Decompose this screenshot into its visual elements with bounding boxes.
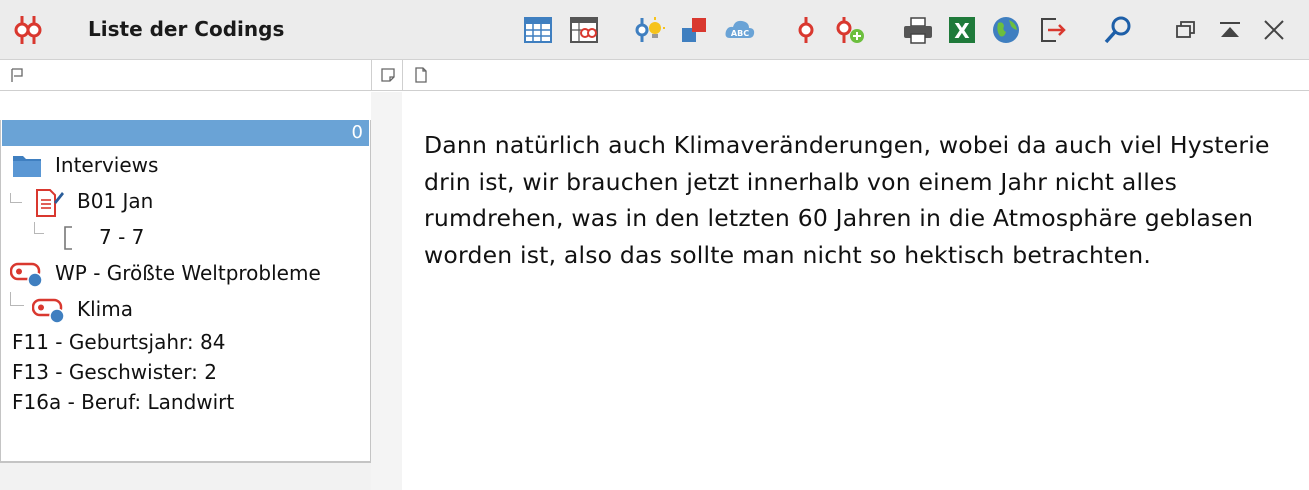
attribute-beruf: F16a - Beruf: Landwirt — [12, 390, 235, 414]
code-tag-icon — [31, 296, 66, 329]
collapse-icon[interactable] — [1214, 14, 1246, 46]
shapes-icon[interactable] — [678, 14, 710, 46]
sub-toolbar — [0, 60, 1309, 91]
export-icon[interactable] — [1036, 14, 1068, 46]
svg-text:X: X — [954, 19, 970, 43]
tree-connector — [34, 222, 44, 234]
excel-icon[interactable]: X — [946, 14, 978, 46]
code-matrix-icon[interactable] — [568, 14, 600, 46]
panel-footer — [0, 462, 371, 490]
document-label: B01 Jan — [77, 189, 154, 213]
code-tag-icon — [9, 260, 44, 293]
globe-icon[interactable] — [990, 14, 1022, 46]
segment-bracket-icon — [62, 226, 74, 255]
folder-label: Interviews — [55, 153, 159, 177]
title-bar: Liste der Codings ABC X — [0, 0, 1309, 60]
code-icon[interactable] — [790, 14, 822, 46]
tree-connector — [10, 292, 24, 306]
folder-icon — [12, 152, 42, 183]
table-view-icon[interactable] — [522, 14, 554, 46]
code-lightbulb-icon[interactable] — [634, 14, 666, 46]
flag-icon[interactable] — [10, 67, 24, 83]
window-title: Liste der Codings — [88, 17, 285, 41]
segment-label: 7 - 7 — [99, 225, 145, 249]
close-icon[interactable] — [1258, 14, 1290, 46]
count-label: 0 — [351, 122, 363, 143]
text-document-icon — [34, 188, 64, 223]
attribute-geschwister: F13 - Geschwister: 2 — [12, 360, 217, 384]
code-label: WP - Größte Weltprobleme — [55, 261, 321, 285]
panel-gutter — [371, 92, 402, 490]
subcode-label: Klima — [77, 297, 133, 321]
tree-connector — [10, 193, 22, 203]
segment-text[interactable]: Dann natürlich auch Klimaveränderungen, … — [424, 127, 1284, 273]
restore-window-icon[interactable] — [1170, 14, 1202, 46]
divider — [402, 60, 403, 91]
memo-icon[interactable] — [381, 67, 395, 83]
print-icon[interactable] — [902, 14, 934, 46]
attribute-geburtsjahr: F11 - Geburtsjahr: 84 — [12, 330, 226, 354]
search-icon[interactable] — [1102, 14, 1134, 46]
svg-text:ABC: ABC — [731, 29, 749, 38]
cloud-abc-icon[interactable]: ABC — [724, 14, 756, 46]
add-code-icon[interactable] — [834, 14, 866, 46]
selection-count-bar[interactable]: 0 — [2, 120, 369, 146]
code-app-icon — [12, 14, 44, 46]
divider — [371, 60, 372, 91]
document-icon[interactable] — [414, 67, 428, 83]
